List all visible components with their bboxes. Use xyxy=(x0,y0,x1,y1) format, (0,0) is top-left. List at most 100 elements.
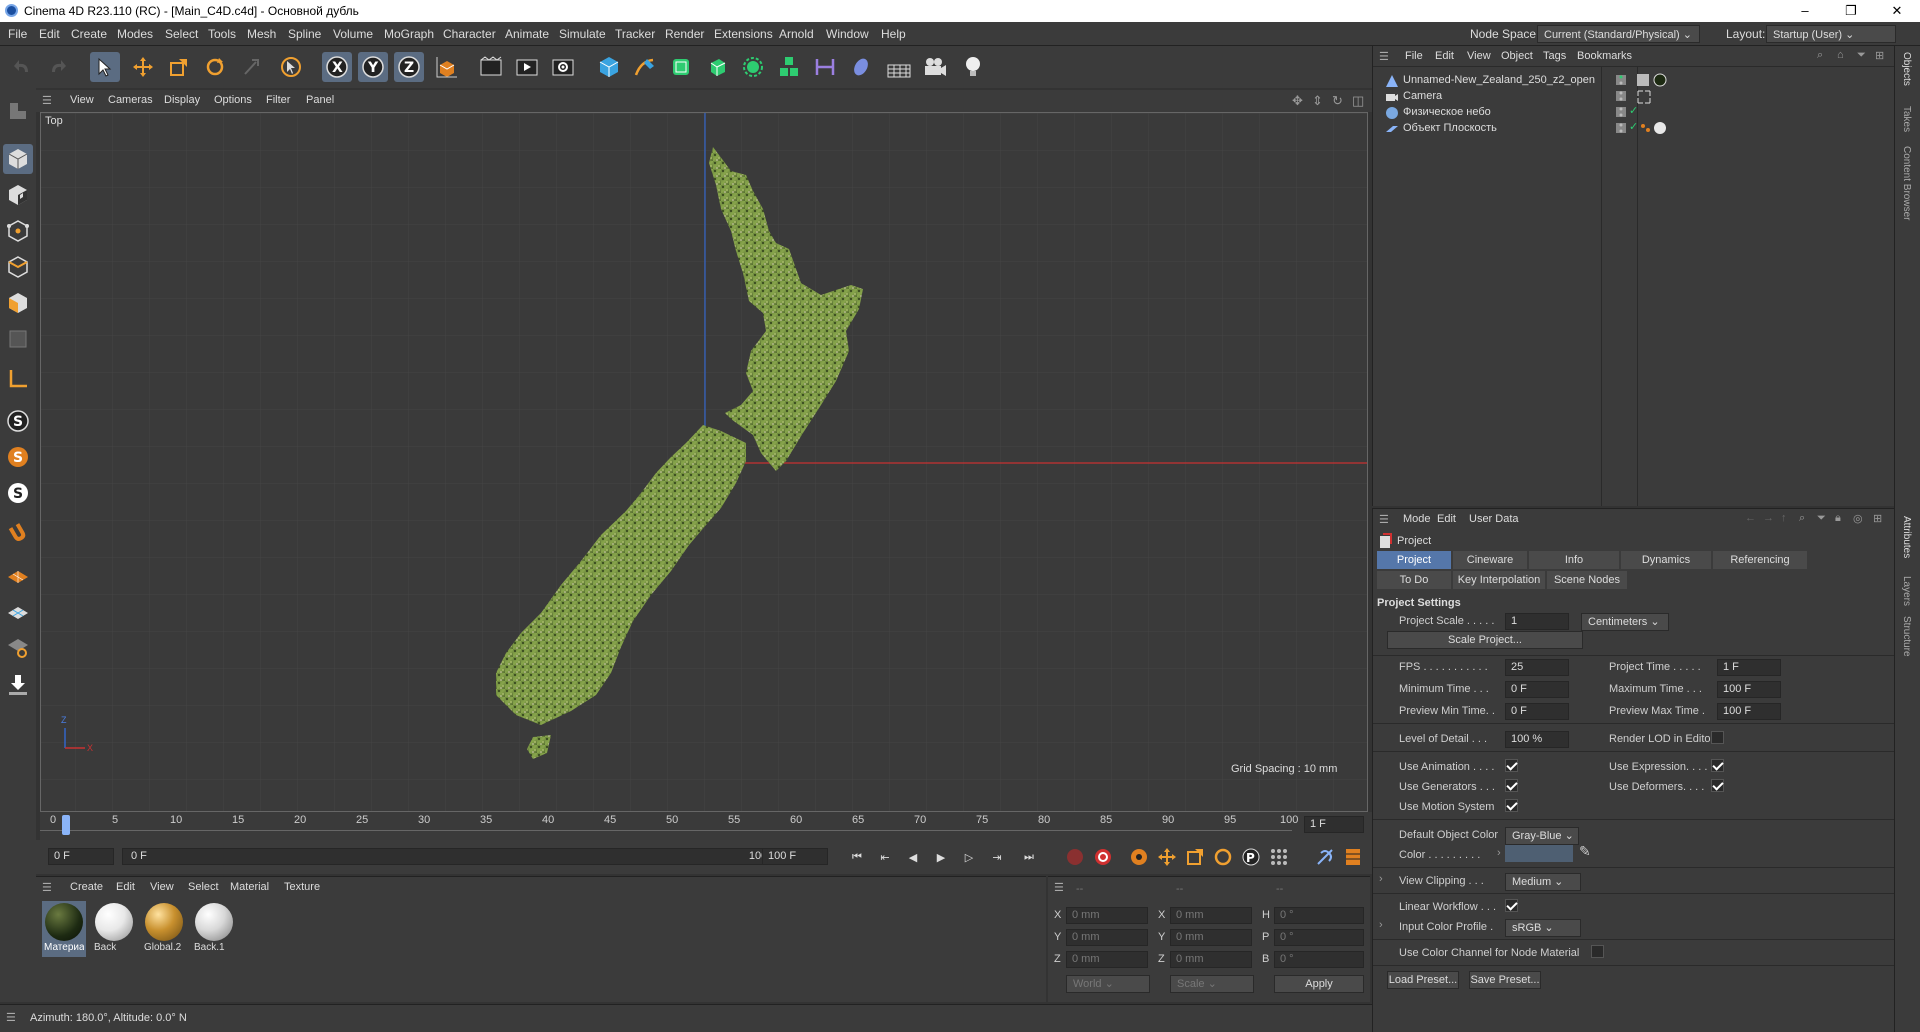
color-picker-icon[interactable]: ✎ xyxy=(1579,843,1591,860)
menu-spline[interactable]: Spline xyxy=(288,27,321,41)
viewport-menu-filter[interactable]: Filter xyxy=(266,94,290,106)
viewport-maximize-icon[interactable]: ◫ xyxy=(1352,93,1364,109)
menu-mesh[interactable]: Mesh xyxy=(247,27,276,41)
go-to-start-icon[interactable]: ⏮ xyxy=(844,844,870,870)
coord-rot-p-field[interactable]: 0 ° xyxy=(1274,929,1364,946)
side-tab-attributes[interactable]: Attributes xyxy=(1901,516,1912,558)
menu-file[interactable]: File xyxy=(8,27,27,41)
material-menu-material[interactable]: Material xyxy=(230,881,269,893)
side-tab-structure[interactable]: Structure xyxy=(1901,616,1912,657)
attribute-menu-mode[interactable]: Mode xyxy=(1403,513,1431,525)
attribute-new-window-icon[interactable]: ⊞ xyxy=(1873,512,1882,525)
edges-mode-icon[interactable] xyxy=(3,252,33,282)
material-menu-edit[interactable]: Edit xyxy=(116,881,135,893)
coord-mode-dropdown[interactable]: World ⌄ xyxy=(1066,975,1150,993)
tab-project-settings[interactable]: Project Settings xyxy=(1377,551,1451,584)
recent-tool-icon[interactable] xyxy=(236,52,266,82)
object-search-icon[interactable]: ⌕ xyxy=(1817,49,1823,62)
object-menu-bookmarks[interactable]: Bookmarks xyxy=(1577,50,1632,62)
viewport-menu-view[interactable]: View xyxy=(70,94,94,106)
key-rotation-icon[interactable] xyxy=(1210,844,1236,870)
coord-size-z-field[interactable]: 0 mm xyxy=(1170,951,1252,968)
object-menu-object[interactable]: Object xyxy=(1501,50,1533,62)
scheme-icon[interactable] xyxy=(1312,844,1338,870)
cube-primitive-icon[interactable] xyxy=(594,52,624,82)
enabled-check-icon[interactable]: ✓ xyxy=(1629,120,1638,133)
timeline-ruler[interactable]: 0 5 10 15 20 25 30 35 40 45 50 55 60 65 … xyxy=(40,812,1372,840)
z-axis-lock-icon[interactable]: Z xyxy=(394,52,424,82)
coord-rot-h-field[interactable]: 0 ° xyxy=(1274,907,1364,924)
material-swatch[interactable]: Global.2 xyxy=(142,901,186,957)
use-deformers-checkbox[interactable] xyxy=(1711,779,1724,792)
close-button[interactable]: ✕ xyxy=(1874,0,1920,22)
coord-menu-hamburger-icon[interactable]: ☰ xyxy=(1054,881,1064,894)
side-tab-layers[interactable]: Layers xyxy=(1901,576,1912,606)
solo-hierarchy-icon[interactable]: S xyxy=(3,478,33,508)
solo-single-icon[interactable]: S xyxy=(3,442,33,472)
x-axis-lock-icon[interactable]: X xyxy=(322,52,352,82)
use-generators-checkbox[interactable] xyxy=(1505,779,1518,792)
menu-simulate[interactable]: Simulate xyxy=(559,27,606,41)
menu-arnold[interactable]: Arnold xyxy=(779,27,814,41)
y-axis-lock-icon[interactable]: Y xyxy=(358,52,388,82)
go-to-end-icon[interactable]: ⏭ xyxy=(1016,844,1042,870)
project-scale-field[interactable]: 1 xyxy=(1505,613,1569,630)
live-select-icon[interactable] xyxy=(276,52,306,82)
use-expression-checkbox[interactable] xyxy=(1711,759,1724,772)
workplane-icon[interactable] xyxy=(3,560,33,590)
polygons-mode-icon[interactable] xyxy=(3,288,33,318)
project-time-field[interactable]: 1 F xyxy=(1717,659,1781,676)
axis-mode-icon[interactable] xyxy=(3,364,33,394)
next-frame-icon[interactable]: ▷ xyxy=(956,844,982,870)
undo-icon[interactable] xyxy=(8,52,38,82)
menu-render[interactable]: Render xyxy=(665,27,704,41)
tab-dynamics[interactable]: Dynamics xyxy=(1621,551,1711,569)
viewport-rotate-icon[interactable]: ↻ xyxy=(1332,93,1343,109)
coord-size-y-field[interactable]: 0 mm xyxy=(1170,929,1252,946)
pen-spline-icon[interactable] xyxy=(630,52,660,82)
material-swatch[interactable]: Back.1 xyxy=(192,901,236,957)
coordinate-system-icon[interactable] xyxy=(432,52,462,82)
object-new-window-icon[interactable]: ⊞ xyxy=(1875,49,1884,62)
material-menu-texture[interactable]: Texture xyxy=(284,881,320,893)
use-animation-checkbox[interactable] xyxy=(1505,759,1518,772)
material-swatch[interactable]: Back xyxy=(92,901,136,957)
material-menu-create[interactable]: Create xyxy=(70,881,103,893)
object-row[interactable]: Объект Плоскость ✓ xyxy=(1385,120,1880,140)
menu-extensions[interactable]: Extensions xyxy=(714,27,773,41)
menu-tracker[interactable]: Tracker xyxy=(615,27,655,41)
make-editable-icon[interactable] xyxy=(3,96,33,126)
key-scale-icon[interactable] xyxy=(1182,844,1208,870)
scale-tool-icon[interactable] xyxy=(164,52,194,82)
object-filter-icon[interactable]: ⏷ xyxy=(1857,49,1866,62)
material-tag-icon[interactable] xyxy=(1653,121,1667,138)
up-arrow-icon[interactable]: ↑ xyxy=(1781,512,1787,524)
attribute-menu-user-data[interactable]: User Data xyxy=(1469,513,1519,525)
status-menu-icon[interactable]: ☰ xyxy=(6,1011,16,1024)
object-menu-view[interactable]: View xyxy=(1467,50,1491,62)
redo-icon[interactable] xyxy=(42,52,72,82)
forward-arrow-icon[interactable]: → xyxy=(1763,512,1774,524)
model-mode-icon[interactable] xyxy=(3,144,33,174)
target-icon[interactable]: ◎ xyxy=(1853,512,1863,525)
fps-field[interactable]: 25 xyxy=(1505,659,1569,676)
save-preset-button[interactable]: Save Preset... xyxy=(1469,971,1541,989)
side-tab-takes[interactable]: Takes xyxy=(1901,106,1912,132)
menu-modes[interactable]: Modes xyxy=(117,27,153,41)
linear-workflow-checkbox[interactable] xyxy=(1505,899,1518,912)
workplane-lock-icon[interactable] xyxy=(3,632,33,662)
start-frame-field[interactable]: 0 F xyxy=(48,848,114,865)
object-menu-tags[interactable]: Tags xyxy=(1543,50,1566,62)
coord-size-x-field[interactable]: 0 mm xyxy=(1170,907,1252,924)
frame-range-slider[interactable]: 0 F 100 F xyxy=(122,848,786,865)
menu-volume[interactable]: Volume xyxy=(333,27,373,41)
camera-icon[interactable] xyxy=(920,52,950,82)
render-settings-icon[interactable] xyxy=(548,52,578,82)
material-menu-select[interactable]: Select xyxy=(188,881,219,893)
checker-tag-icon[interactable] xyxy=(1637,74,1649,86)
uv-mode-icon[interactable] xyxy=(3,324,33,354)
viewport-menu-hamburger-icon[interactable]: ☰ xyxy=(42,94,52,107)
floor-icon[interactable] xyxy=(884,52,914,82)
menu-help[interactable]: Help xyxy=(881,27,906,41)
points-mode-icon[interactable] xyxy=(3,216,33,246)
